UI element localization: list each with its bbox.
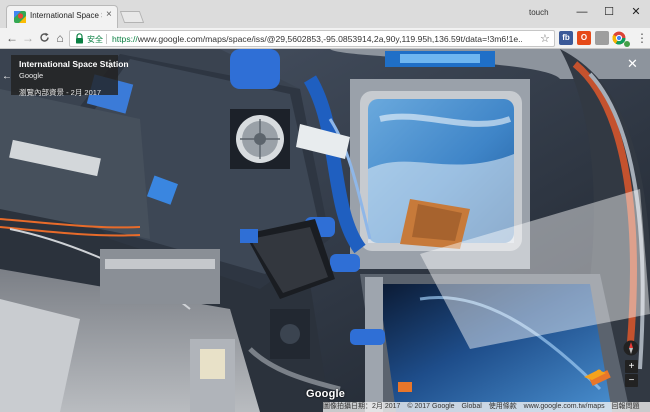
street-view-panorama[interactable]: International Space Station Google 瀏覽內部資… (0, 49, 650, 412)
tab-close-icon[interactable]: × (106, 9, 112, 20)
minimize-button[interactable]: — (572, 3, 592, 21)
place-title[interactable]: International Space Station (19, 59, 129, 69)
close-street-view-icon[interactable]: ✕ (627, 56, 638, 72)
office-extension-icon[interactable]: O (577, 31, 591, 45)
capture-date[interactable]: 瀏覽內部資景 - 2月 2017 (19, 87, 110, 98)
grey-extension-icon[interactable] (595, 31, 609, 45)
google-maps-favicon-icon (14, 11, 26, 23)
profile-label[interactable]: touch (529, 8, 549, 17)
url-scheme: https:// (112, 34, 138, 44)
zoom-out-button[interactable]: − (625, 374, 638, 387)
reload-button[interactable] (36, 30, 52, 46)
terms-link[interactable]: 使用條款 (489, 403, 517, 410)
secure-label: 安全 (87, 35, 103, 44)
maximize-button[interactable]: ☐ (599, 3, 619, 21)
home-button[interactable]: ⌂ (52, 30, 68, 46)
forward-button[interactable]: → (20, 30, 36, 46)
browser-title-bar: International Space Statio × touch — ☐ ✕ (0, 0, 650, 28)
new-tab-button[interactable] (119, 11, 145, 23)
bookmark-star-icon[interactable]: ☆ (540, 32, 550, 45)
browser-menu-button[interactable]: ⋮ (636, 31, 648, 45)
compass-icon[interactable] (623, 340, 639, 356)
pegman-icon[interactable] (582, 367, 608, 381)
url-path: www.google.com/maps/space/iss/@29,560285… (137, 34, 522, 44)
place-source: Google (19, 71, 44, 80)
close-window-button[interactable]: ✕ (626, 3, 646, 21)
omnibox-separator (106, 34, 107, 44)
more-options-icon[interactable]: ⋮ (105, 59, 115, 70)
green-status-icon (624, 41, 630, 47)
address-bar[interactable]: 安全 https://www.google.com/maps/space/iss… (69, 30, 555, 47)
google-logo: Google (306, 388, 346, 400)
attribution-bar: 圖像拍攝日期：2月 2017 © 2017 Google Global 使用條款… (323, 402, 650, 412)
maps-url-link[interactable]: www.google.com.tw/maps (524, 403, 605, 410)
back-button[interactable]: ← (4, 30, 20, 46)
lock-icon (76, 33, 83, 44)
browser-tab-active[interactable]: International Space Statio × (6, 5, 118, 28)
report-problem-link[interactable]: 回報問題 (612, 403, 640, 410)
image-date-label: 圖像拍攝日期：2月 2017 (323, 403, 401, 410)
zoom-in-button[interactable]: + (625, 360, 638, 373)
tab-title: International Space Statio (30, 11, 102, 20)
browser-toolbar: ← → ⌂ 安全 https://www.google.com/maps/spa… (0, 28, 650, 49)
facebook-extension-icon[interactable]: fb (559, 31, 573, 45)
copyright-label: © 2017 Google (407, 403, 455, 410)
iss-interior-image (0, 49, 650, 412)
region-label[interactable]: Global (462, 403, 482, 410)
reload-icon (39, 32, 49, 42)
url-text[interactable]: https://www.google.com/maps/space/iss/@2… (112, 34, 522, 44)
place-info-card: International Space Station Google 瀏覽內部資… (11, 55, 129, 98)
back-to-map-icon[interactable]: ← (2, 71, 12, 82)
